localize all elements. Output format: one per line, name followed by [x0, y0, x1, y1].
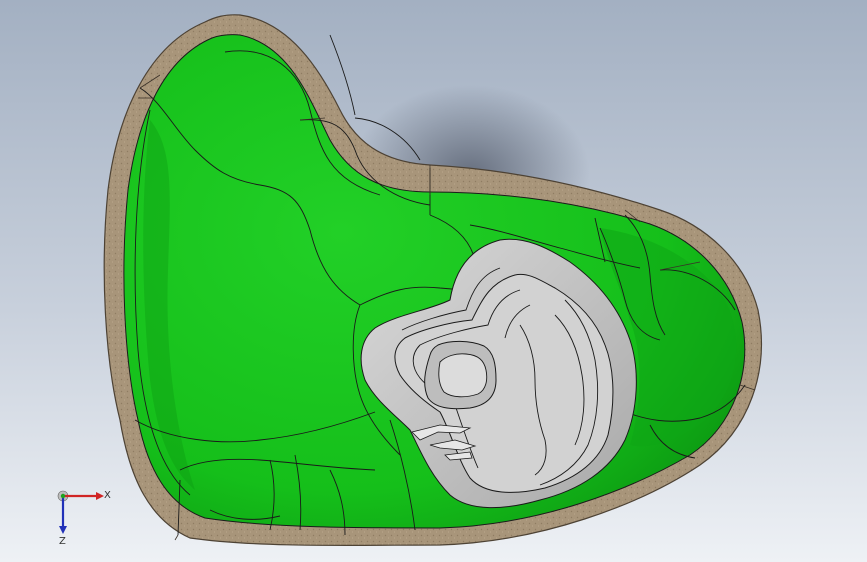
triad-x-label: X: [104, 490, 111, 501]
triad-z-label: Z: [59, 536, 66, 547]
triad-x-arrow-icon: [96, 492, 104, 500]
inner-pocket-floor[interactable]: [438, 353, 488, 398]
triad-z-arrow-icon: [59, 526, 67, 534]
3d-model-viewport[interactable]: X Z: [0, 0, 867, 562]
triad-y-dot: [60, 493, 66, 499]
model-scene[interactable]: [0, 0, 867, 562]
orientation-triad: X Z: [44, 478, 114, 548]
